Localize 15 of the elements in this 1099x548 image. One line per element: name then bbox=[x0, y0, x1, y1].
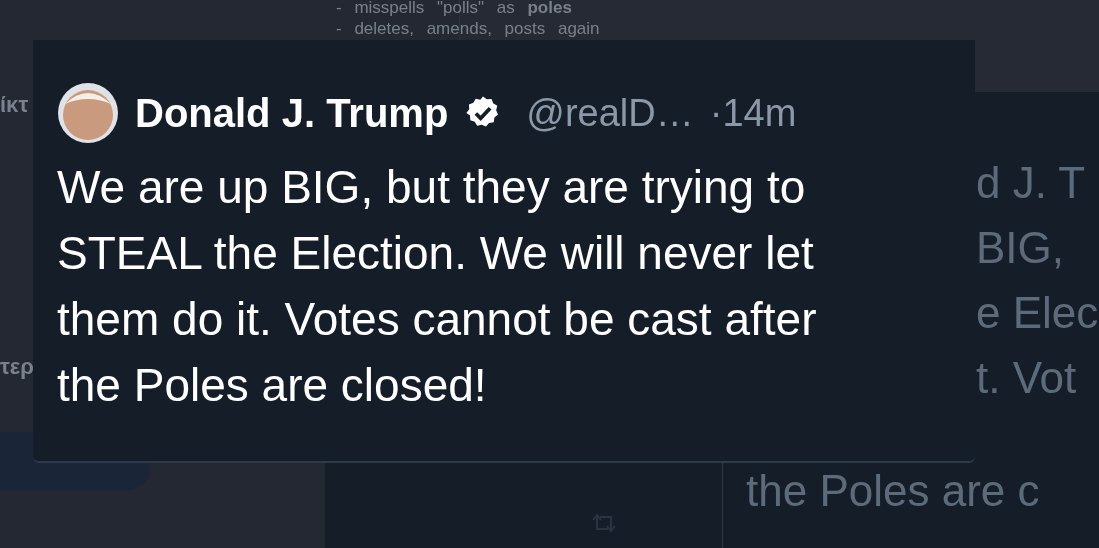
tweet-text: the Poles are c bbox=[746, 465, 1040, 517]
note-line: - misspells "polls" as poles bbox=[336, 0, 573, 18]
note-line: - deletes, amends, posts again bbox=[336, 18, 600, 39]
text-fragment: ίκτ bbox=[0, 91, 29, 119]
author-name[interactable]: Donald J. Trump bbox=[135, 83, 449, 143]
avatar bbox=[57, 82, 119, 144]
user-handle[interactable]: @realD… bbox=[526, 84, 694, 142]
tweet-text-fragment: BIG, bbox=[976, 222, 1066, 274]
tweet-text-fragment: d J. T bbox=[976, 157, 1087, 209]
text-fragment: τερ bbox=[0, 353, 34, 381]
tweet-text-fragment: e Elec bbox=[976, 287, 1099, 339]
retweet-icon bbox=[590, 512, 618, 534]
timestamp[interactable]: ·14m bbox=[709, 84, 797, 142]
tweet-text-fragment: t. Vot bbox=[976, 352, 1078, 404]
tweet-text: We are up BIG, but they are trying to STEAL the Election. We will never let them do it. Votes cannot be cast after the Poles are closed! bbox=[57, 160, 818, 413]
